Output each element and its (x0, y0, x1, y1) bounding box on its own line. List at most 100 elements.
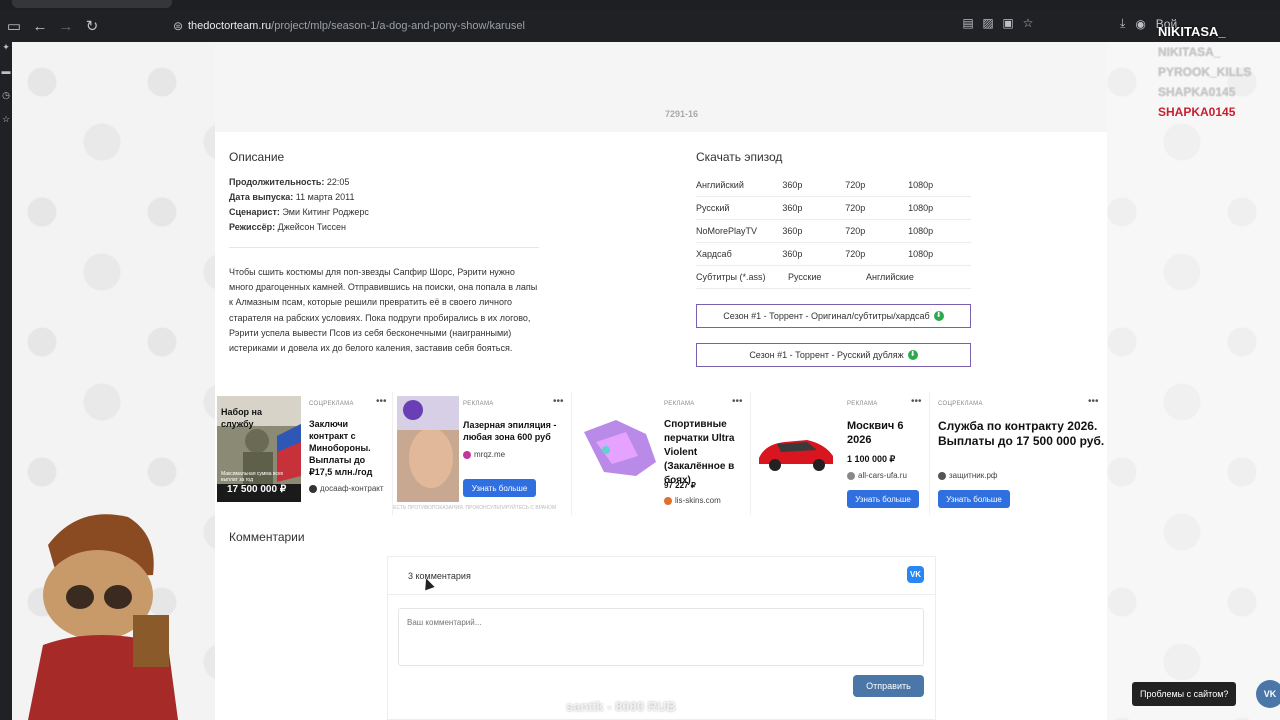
ad-image-car (759, 440, 833, 471)
download-row-subtitles: Субтитры (*.ass) Русские Английские (696, 266, 971, 289)
overlay-name: SHAPKA0145 (1158, 105, 1236, 119)
link-subs-english[interactable]: Английские (866, 272, 944, 282)
download-table: Английский 360p 720p 1080p Русский 360p … (696, 174, 971, 289)
browser-toolbar: ▭ ← → ↻ ⊜ thedoctorteam.ru/project/mlp/s… (0, 10, 1280, 42)
site-problems-button[interactable]: Проблемы с сайтом? (1132, 682, 1237, 706)
link-1080p[interactable]: 1080p (908, 180, 971, 190)
link-360p[interactable]: 360p (782, 180, 845, 190)
link-360p[interactable]: 360p (782, 226, 845, 236)
link-720p[interactable]: 720p (845, 180, 908, 190)
overlay-name: SHAPKA0145 (1158, 85, 1236, 99)
episode-synopsis: Чтобы сшить костюмы для поп-звезды Сапфи… (229, 267, 538, 354)
ad-price: 97 227 ₽ (664, 481, 696, 490)
ad-title: Лазерная эпиляция - любая зона 600 руб (463, 420, 557, 442)
streamer-avatar (28, 514, 178, 720)
ad-domain: all-cars-ufa.ru (847, 471, 907, 480)
sidebar-wallet-icon[interactable]: ▬ (0, 66, 12, 90)
vk-logo-icon[interactable]: VK (907, 566, 924, 583)
screenshot-icon[interactable]: ▣ (1002, 16, 1014, 30)
ad-domain: lis-skins.com (664, 496, 721, 505)
content-column: 7291-16 Описание Продолжительность: 22:0… (215, 42, 1107, 720)
ad-learn-more-button[interactable]: Узнать больше (847, 490, 919, 508)
image-icon[interactable]: ▨ (982, 16, 994, 30)
comments-count[interactable]: 3 комментария (408, 571, 471, 581)
ad-card-1[interactable]: Набор на службу Максимальная сумма всех … (215, 392, 393, 515)
submit-comment-button[interactable]: Отправить (853, 675, 924, 697)
reader-mode-icon[interactable]: ▤ (962, 16, 974, 30)
meta-director: Режиссёр: Джейсон Тиссен (229, 222, 346, 232)
overlay-name: PYROOK_KILLS (1158, 65, 1252, 79)
ad-price: 1 100 000 ₽ (847, 454, 896, 464)
ad-learn-more-button[interactable]: Узнать больше (938, 490, 1010, 508)
link-1080p[interactable]: 1080p (908, 249, 971, 259)
ad-card-3[interactable]: РЕКЛАМА ••• Спортивные перчатки Ultra Vi… (572, 392, 751, 515)
ad-label: РЕКЛАМА (847, 401, 878, 407)
ad-domain: mrqz.me (463, 450, 505, 459)
link-1080p[interactable]: 1080p (908, 203, 971, 213)
torrent-dub-button[interactable]: Сезон #1 - Торрент - Русский дубляж ⬇ (696, 343, 971, 367)
comments-title: Комментарии (229, 530, 305, 544)
description-title: Описание (229, 150, 285, 164)
meta-duration: Продолжительность: 22:05 (229, 177, 350, 187)
stream-overlay-names: NIKITASA_ NIKITASA_ PYROOK_KILLS SHAPKA0… (1158, 22, 1251, 122)
ad-menu-icon[interactable]: ••• (732, 396, 743, 407)
link-360p[interactable]: 360p (782, 249, 845, 259)
overlay-name: NIKITASA_ (1158, 24, 1226, 39)
sidebar-ai-icon[interactable]: ✦ (0, 42, 12, 66)
url-host: thedoctorteam.ru (188, 20, 272, 32)
ad-menu-icon[interactable]: ••• (376, 396, 387, 407)
link-720p[interactable]: 720p (845, 226, 908, 236)
episode-info-card: Описание Продолжительность: 22:05 Дата в… (215, 132, 1107, 392)
ad-label: СОЦРЕКЛАМА (309, 401, 354, 407)
ad-card-5[interactable]: СОЦРЕКЛАМА ••• Служба по контракту 2026.… (930, 392, 1107, 515)
bookmark-star-icon[interactable]: ☆ (1022, 16, 1034, 30)
address-bar[interactable]: ⊜ thedoctorteam.ru/project/mlp/season-1/… (168, 14, 1048, 38)
ad-menu-icon[interactable]: ••• (553, 396, 564, 407)
vk-corner-icon[interactable]: VK (1256, 680, 1280, 708)
browser-tab[interactable] (12, 0, 172, 8)
ad-domain: досааф-контракт (309, 484, 384, 493)
sidebar-history-icon[interactable]: ◷ (0, 90, 12, 114)
ad-label: РЕКЛАМА (664, 401, 695, 407)
episode-code: 7291-16 (665, 109, 699, 119)
meta-writer: Сценарист: Эми Китинг Роджерс (229, 207, 369, 217)
donation-overlay: santik - 8000 RUB (566, 699, 676, 714)
download-icon[interactable]: ⤓ (1120, 16, 1125, 31)
ad-label: РЕКЛАМА (463, 401, 494, 407)
back-icon[interactable]: ← (28, 14, 52, 38)
ad-card-2[interactable]: РЕКЛАМА ••• Лазерная эпиляция - любая зо… (393, 392, 572, 515)
ad-menu-icon[interactable]: ••• (1088, 396, 1099, 407)
link-720p[interactable]: 720p (845, 203, 908, 213)
sidebar-toggle-icon[interactable]: ▭ (2, 14, 26, 38)
vk-widget-header: 3 комментария VK (388, 557, 935, 595)
ad-image-woman (397, 396, 459, 502)
link-720p[interactable]: 720p (845, 249, 908, 259)
ad-card-4[interactable]: РЕКЛАМА ••• Москвич 6 2026 1 100 000 ₽ a… (751, 392, 930, 515)
link-360p[interactable]: 360p (782, 203, 845, 213)
browser-sidebar: ✦ ▬ ◷ ☆ (0, 42, 12, 720)
download-row-hardsub: Хардсаб 360p 720p 1080p (696, 243, 971, 266)
torrent-original-button[interactable]: Сезон #1 - Торрент - Оригинал/субтитры/х… (696, 304, 971, 328)
torrent-icon: ⬇ (907, 350, 918, 360)
download-row-russian: Русский 360p 720p 1080p (696, 197, 971, 220)
comments-section: Комментарии 3 комментария VK Отправить (215, 515, 1107, 720)
ad-title: Москвич 6 2026 (847, 420, 904, 446)
sidebar-favorites-icon[interactable]: ☆ (0, 114, 12, 138)
link-subs-russian[interactable]: Русские (788, 272, 866, 282)
ad-image-text: Набор на службу (221, 407, 263, 429)
address-bar-actions: ▤ ▨ ▣ ☆ (962, 16, 1034, 30)
ad-domain: защитник.рф (938, 471, 997, 480)
ad-image-gloves (584, 420, 656, 476)
ad-title: Спортивные перчатки Ultra Violent (Закал… (664, 419, 735, 486)
forward-icon[interactable]: → (54, 14, 78, 38)
comment-input[interactable] (398, 608, 924, 666)
ad-learn-more-button[interactable]: Узнать больше (463, 479, 536, 497)
profile-icon[interactable]: ◉ (1135, 17, 1145, 31)
ad-disclaimer: ЕСТЬ ПРОТИВОПОКАЗАНИЯ. ПРОКОНСУЛЬТИРУЙТЕ… (393, 505, 557, 511)
ad-menu-icon[interactable]: ••• (911, 396, 922, 407)
web-page: 7291-16 Описание Продолжительность: 22:0… (12, 42, 1280, 720)
site-info-icon[interactable]: ⊜ (168, 19, 188, 33)
reload-icon[interactable]: ↻ (80, 14, 104, 38)
link-1080p[interactable]: 1080p (908, 226, 971, 236)
player-area: 7291-16 (215, 42, 1107, 132)
